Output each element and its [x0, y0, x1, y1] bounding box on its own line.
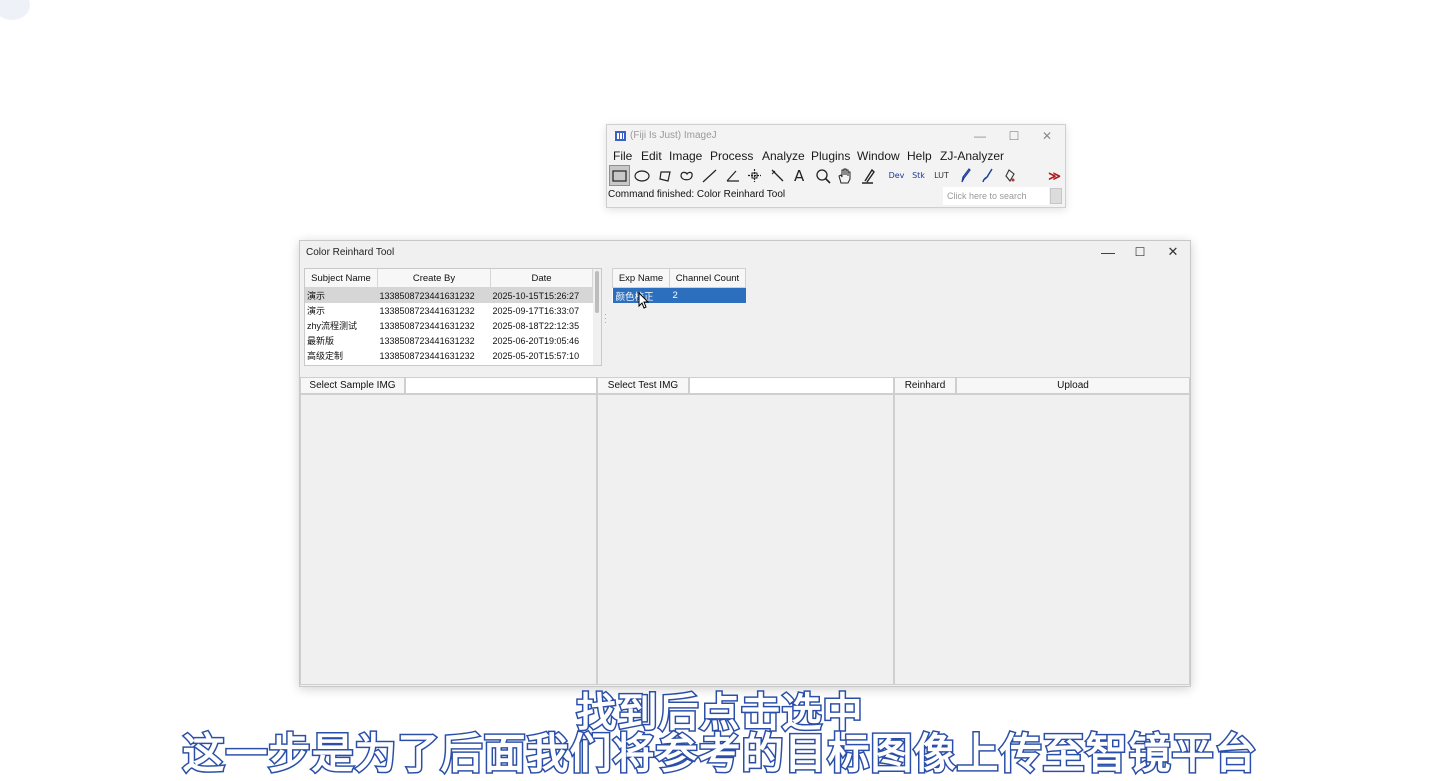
column-header-date[interactable]: Date [490, 269, 593, 288]
date-cell: 2025-06-20T19:05:46 [492, 335, 580, 346]
test-image-panel [597, 394, 894, 685]
flood-fill-tool-icon[interactable] [999, 165, 1020, 186]
channel-count-cell: 2 [669, 287, 746, 303]
table-row[interactable]: 演示 1338508723441631232 2025-10-15T15:26:… [305, 287, 593, 303]
experiment-table: Exp Name Channel Count 颜色校正 2 [612, 268, 746, 303]
reinhard-button[interactable]: Reinhard [894, 377, 956, 394]
subject-name-cell: 高级定制 [307, 351, 344, 361]
menu-edit[interactable]: Edit [641, 149, 662, 163]
menu-process[interactable]: Process [710, 149, 753, 163]
imagej-menubar: File Edit Image Process Analyze Plugins … [607, 147, 1065, 165]
wand-tool-icon[interactable] [767, 165, 788, 186]
split-pane-handle[interactable]: · · · [604, 311, 608, 327]
test-img-path-field[interactable] [689, 377, 894, 394]
minimize-button[interactable]: — [1098, 243, 1118, 261]
svg-text:A: A [794, 168, 805, 183]
date-cell: 2025-05-20T15:57:10 [492, 350, 580, 361]
menu-analyze[interactable]: Analyze [762, 149, 805, 163]
create-by-cell: 1338508723441631232 [379, 320, 475, 331]
more-tools-button[interactable]: ≫ [1044, 165, 1065, 186]
lut-menu-button[interactable]: LUT [931, 165, 952, 186]
column-header-subject-name[interactable]: Subject Name [305, 269, 378, 288]
table-row[interactable]: 高级定制 1338508723441631232 2025-05-20T15:5… [305, 348, 593, 363]
create-by-cell: 1338508723441631232 [377, 287, 491, 303]
column-header-create-by[interactable]: Create By [377, 269, 491, 288]
close-button[interactable]: ✕ [1032, 127, 1062, 145]
mouse-cursor-icon [638, 292, 650, 309]
rectangle-tool-icon[interactable] [609, 165, 630, 186]
imagej-app-icon [615, 131, 626, 141]
create-by-cell: 1338508723441631232 [379, 305, 475, 316]
menu-help[interactable]: Help [907, 149, 932, 163]
close-button[interactable]: ✕ [1163, 243, 1183, 261]
date-cell: 2025-08-18T22:12:35 [492, 320, 580, 331]
menu-file[interactable]: File [613, 149, 632, 163]
stack-menu-button[interactable]: Stk [908, 165, 929, 186]
create-by-cell: 1338508723441631232 [379, 350, 475, 361]
angle-tool-icon[interactable] [722, 165, 743, 186]
subject-name-cell: 最新版 [307, 336, 335, 346]
column-header-exp-name[interactable]: Exp Name [612, 268, 670, 288]
subject-name-cell: 演示 [305, 287, 378, 303]
hand-tool-icon[interactable] [834, 165, 855, 186]
date-cell: 2025-10-15T15:26:27 [490, 287, 593, 303]
maximize-button[interactable]: ☐ [1130, 243, 1150, 261]
subject-table: Subject Name Create By Date 演示 133850872… [304, 268, 602, 366]
table-row[interactable]: 演示 1338508723441631232 2025-09-17T16:33:… [305, 303, 593, 318]
developer-menu-button[interactable]: Dev [886, 165, 907, 186]
freehand-tool-icon[interactable] [676, 165, 697, 186]
pencil-tool-icon[interactable] [954, 165, 975, 186]
status-text: Command finished: Color Reinhard Tool [608, 189, 786, 200]
search-input[interactable]: Click here to search [943, 187, 1049, 205]
create-by-cell: 1338508723441631232 [379, 335, 475, 346]
imagej-title: (Fiji Is Just) ImageJ [630, 130, 717, 141]
date-cell: 2025-09-17T16:33:07 [492, 305, 580, 316]
magnifier-tool-icon[interactable] [812, 165, 833, 186]
sample-img-path-field[interactable] [405, 377, 597, 394]
color-reinhard-window: Color Reinhard Tool — ☐ ✕ Subject Name C… [299, 240, 1191, 687]
sample-image-panel [300, 394, 597, 685]
subject-name-cell: zhy流程测试 [307, 321, 358, 331]
imagej-toolbar: A Dev Stk LUT ≫ [607, 165, 1065, 187]
dropper-tool-icon[interactable] [857, 165, 878, 186]
brush-tool-icon[interactable] [976, 165, 997, 186]
background-decoration [0, 0, 30, 20]
upload-button[interactable]: Upload [956, 377, 1190, 394]
polygon-tool-icon[interactable] [654, 165, 675, 186]
table-row[interactable]: zhy流程测试 1338508723441631232 2025-08-18T2… [305, 318, 593, 333]
imagej-window: (Fiji Is Just) ImageJ — ☐ ✕ File Edit Im… [606, 124, 1066, 208]
table-row[interactable]: 颜色校正 2 [612, 287, 746, 303]
maximize-button[interactable]: ☐ [999, 127, 1029, 145]
result-image-panel [894, 394, 1190, 685]
search-options-button[interactable] [1050, 188, 1062, 204]
subject-name-cell: 演示 [307, 306, 326, 316]
select-sample-img-button[interactable]: Select Sample IMG [300, 377, 405, 394]
menu-image[interactable]: Image [669, 149, 702, 163]
imagej-titlebar[interactable]: (Fiji Is Just) ImageJ — ☐ ✕ [607, 125, 1065, 147]
table-row[interactable]: 最新版 1338508723441631232 2025-06-20T19:05… [305, 333, 593, 348]
menu-window[interactable]: Window [857, 149, 900, 163]
minimize-button[interactable]: — [965, 127, 995, 145]
subtitle-line-2: 这一步是为了后面我们将参考的目标图像上传至智镜平台 [181, 728, 1258, 780]
scrollbar-thumb[interactable] [595, 271, 599, 313]
select-test-img-button[interactable]: Select Test IMG [597, 377, 689, 394]
column-header-channel-count[interactable]: Channel Count [669, 268, 746, 288]
line-tool-icon[interactable] [699, 165, 720, 186]
menu-zj-analyzer[interactable]: ZJ-Analyzer [940, 149, 1004, 163]
text-tool-icon[interactable]: A [789, 165, 810, 186]
window-title: Color Reinhard Tool [306, 247, 395, 258]
menu-plugins[interactable]: Plugins [811, 149, 850, 163]
point-tool-icon[interactable] [744, 165, 765, 186]
oval-tool-icon[interactable] [631, 165, 652, 186]
